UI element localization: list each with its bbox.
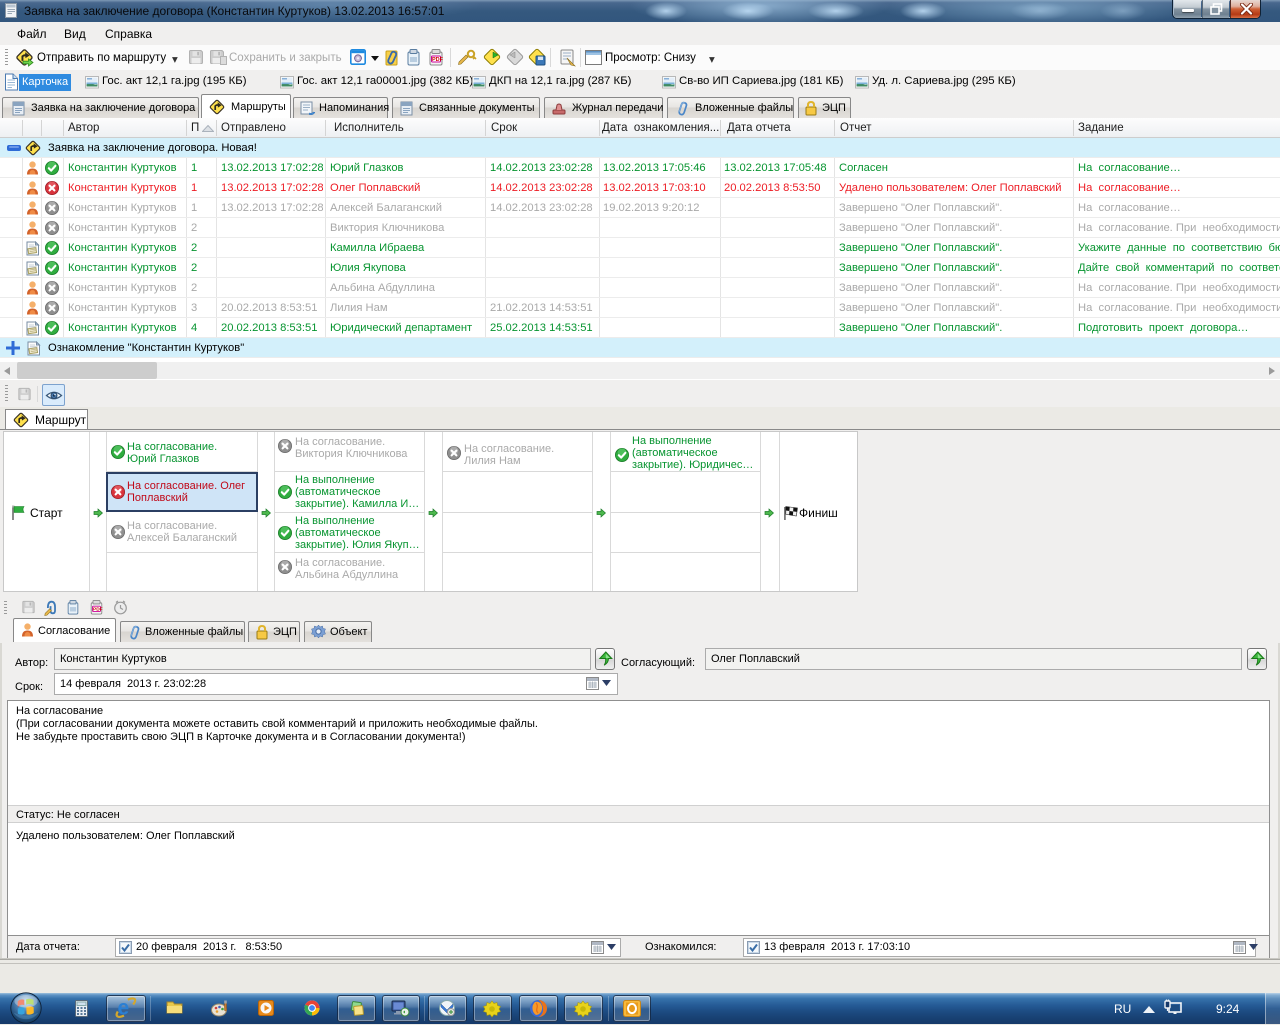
svg-text:PDF: PDF: [432, 57, 444, 63]
svg-text:PDF: PDF: [93, 607, 103, 613]
